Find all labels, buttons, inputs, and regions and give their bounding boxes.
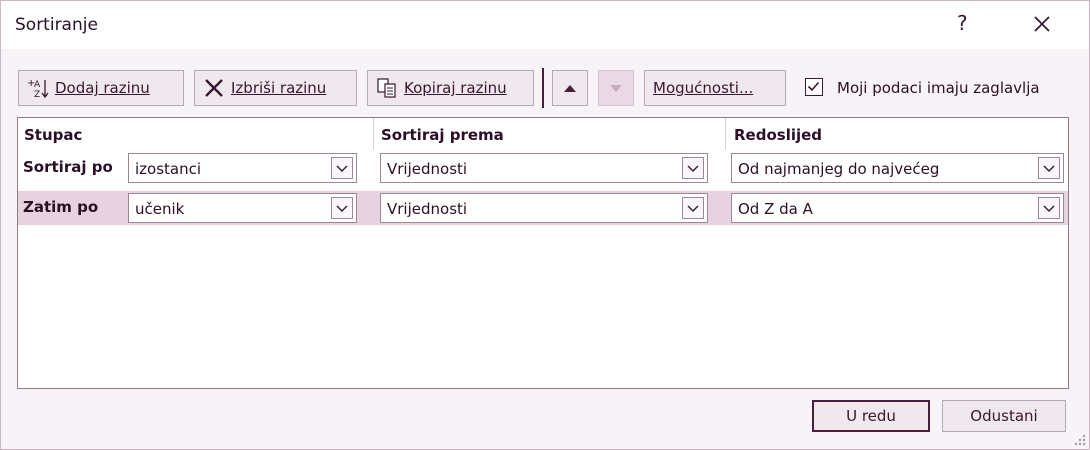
column-select[interactable]: izostanci: [128, 153, 357, 183]
dropdown-button[interactable]: [1038, 157, 1060, 179]
chevron-down-icon: [1043, 205, 1055, 212]
dialog-title: Sortiranje: [15, 15, 98, 35]
chevron-down-icon: [687, 205, 699, 212]
header-divider: [725, 118, 726, 150]
chevron-down-icon: [336, 205, 348, 212]
triangle-up-icon: [564, 85, 576, 92]
dropdown-button[interactable]: [331, 157, 353, 179]
copy-level-label: Kopiraj razinu: [404, 79, 507, 97]
checkmark-icon: [807, 81, 820, 92]
row-label: Sortiraj po: [23, 158, 113, 176]
column-header: Stupac: [24, 126, 83, 144]
cancel-button[interactable]: Odustani: [942, 400, 1066, 432]
title-bar: Sortiranje ?: [1, 1, 1089, 49]
dropdown-button[interactable]: [682, 197, 704, 219]
cancel-label: Odustani: [970, 407, 1038, 425]
svg-text:A: A: [34, 80, 41, 90]
header-divider: [373, 118, 374, 150]
toolbar-separator: [542, 68, 544, 108]
sort-level-row-selected[interactable]: Zatim po učenik Vrijednosti Od Z da A: [18, 191, 1068, 225]
sort-dialog: Sortiranje ? + A Z Dodaj razinu Izbriši …: [0, 0, 1090, 450]
help-button[interactable]: ?: [957, 11, 968, 35]
chevron-down-icon: [1043, 165, 1055, 172]
dropdown-button[interactable]: [1038, 197, 1060, 219]
delete-level-button[interactable]: Izbriši razinu: [194, 70, 357, 106]
sort-on-header: Sortiraj prema: [381, 126, 504, 144]
headers-checkbox-label[interactable]: Moji podaci imaju zaglavlja: [837, 79, 1040, 97]
order-select-value: Od najmanjeg do najvećeg: [738, 160, 940, 178]
move-down-button[interactable]: [598, 70, 634, 106]
ok-button[interactable]: U redu: [812, 400, 930, 432]
sort-on-select-value: Vrijednosti: [387, 160, 468, 178]
chevron-down-icon: [687, 165, 699, 172]
svg-text:Z: Z: [34, 90, 40, 99]
column-select-value: izostanci: [135, 160, 202, 178]
sort-on-select[interactable]: Vrijednosti: [380, 193, 708, 223]
column-select-value: učenik: [135, 200, 185, 218]
dropdown-button[interactable]: [331, 197, 353, 219]
headers-checkbox[interactable]: [805, 78, 823, 96]
delete-level-label: Izbriši razinu: [231, 79, 327, 97]
options-label: Mogućnosti...: [653, 79, 754, 97]
resize-grip-icon[interactable]: [1073, 433, 1087, 447]
delete-x-icon: [205, 79, 223, 97]
order-select-value: Od Z da A: [738, 200, 813, 218]
dropdown-button[interactable]: [682, 157, 704, 179]
sort-levels-grid: Stupac Sortiraj prema Redoslijed Sortira…: [17, 117, 1069, 389]
add-level-label: Dodaj razinu: [55, 79, 150, 97]
order-select[interactable]: Od Z da A: [731, 193, 1064, 223]
options-button[interactable]: Mogućnosti...: [644, 70, 786, 106]
order-select[interactable]: Od najmanjeg do najvećeg: [731, 153, 1064, 183]
move-up-button[interactable]: [552, 70, 588, 106]
sort-add-icon: + A Z: [27, 78, 49, 99]
add-level-button[interactable]: + A Z Dodaj razinu: [18, 70, 184, 106]
ok-label: U redu: [846, 407, 896, 425]
sort-on-select[interactable]: Vrijednosti: [380, 153, 708, 183]
triangle-down-icon: [610, 85, 622, 92]
column-select[interactable]: učenik: [128, 193, 357, 223]
row-label: Zatim po: [23, 198, 99, 216]
copy-icon: [377, 78, 396, 98]
close-icon[interactable]: [1027, 9, 1057, 39]
sort-on-select-value: Vrijednosti: [387, 200, 468, 218]
copy-level-button[interactable]: Kopiraj razinu: [367, 70, 534, 106]
order-header: Redoslijed: [734, 126, 823, 144]
chevron-down-icon: [336, 165, 348, 172]
sort-level-row[interactable]: Sortiraj po izostanci Vrijednosti Od naj…: [18, 151, 1068, 185]
